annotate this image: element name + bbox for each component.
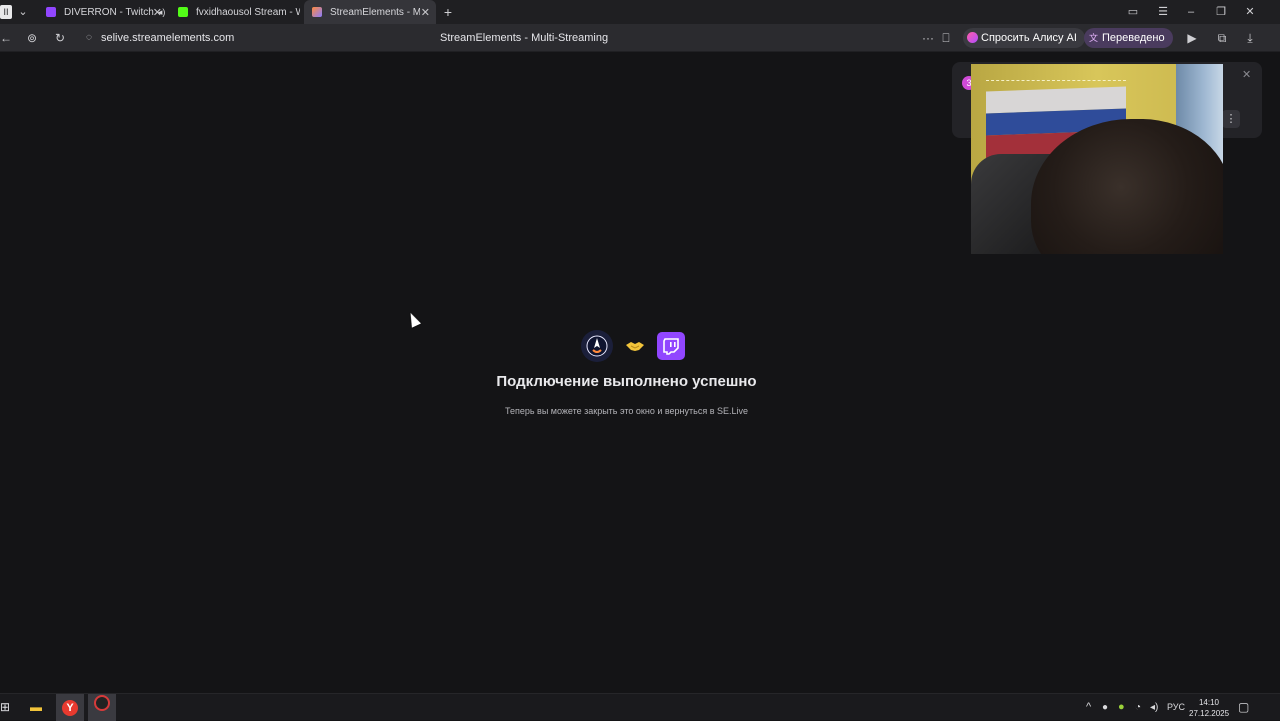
language-indicator[interactable]: РУС — [1167, 694, 1185, 721]
clock-time: 14:10 — [1198, 698, 1220, 707]
translated-button[interactable]: Переведено — [1084, 28, 1173, 48]
minimize-icon[interactable]: – — [1182, 0, 1200, 24]
media-icon[interactable]: ▶ — [1184, 24, 1200, 52]
tabs-dropdown-icon[interactable]: ⌄ — [14, 0, 32, 24]
obs-icon[interactable] — [88, 694, 116, 721]
download-icon[interactable]: ⤓ — [1242, 24, 1258, 52]
success-subtitle: Теперь вы можете закрыть это окно и верн… — [504, 406, 749, 416]
clock[interactable]: 14:10 27.12.2025 — [1189, 697, 1229, 719]
microphone-icon[interactable]: ● — [1102, 694, 1112, 721]
menu-icon[interactable]: ☰ — [1154, 0, 1172, 24]
file-explorer-icon[interactable]: ▬ — [24, 694, 48, 721]
tray-chevron-icon[interactable]: ^ — [1086, 694, 1096, 721]
site-info-icon[interactable]: ⊚ — [24, 24, 40, 52]
connection-icons — [581, 330, 685, 362]
close-tab-icon[interactable]: ✕ — [421, 6, 430, 19]
start-icon[interactable]: ⊞ — [0, 694, 10, 721]
streamelements-logo-icon — [581, 330, 613, 362]
close-tab-icon[interactable]: ✕ — [153, 6, 162, 19]
address-bar: ← ⊚ ↻ ◌ selive.streamelements.com Stream… — [0, 24, 1280, 52]
new-tab-icon[interactable]: + — [440, 0, 456, 24]
pip-more-icon[interactable]: ⋮ — [1222, 110, 1240, 128]
volume-icon[interactable]: ◂) — [1150, 694, 1162, 721]
url-field[interactable]: selive.streamelements.com — [101, 24, 234, 52]
browser-menu-icon[interactable]: II — [0, 5, 12, 19]
pip-close-icon[interactable]: ✕ — [1242, 68, 1251, 81]
tab-title: fvxidhaousol Stream - Wa — [196, 6, 300, 18]
taskbar: ⊞ ▬ Y ^ ● ● ◔ ◂) РУС 14:10 27.12.2025 ▢ — [0, 693, 1280, 721]
tab-title: StreamElements - Multi — [330, 6, 420, 18]
close-window-icon[interactable]: ✕ — [1240, 0, 1260, 24]
network-icon[interactable]: ◔ — [1135, 694, 1147, 721]
page-title: StreamElements - Multi-Streaming — [440, 32, 609, 44]
twitch-icon — [46, 7, 56, 17]
tab-kick[interactable]: fvxidhaousol Stream - Wa — [170, 0, 300, 24]
notifications-icon[interactable]: ▢ — [1238, 694, 1252, 721]
clock-date: 27.12.2025 — [1189, 709, 1230, 718]
ask-alice-button[interactable]: Спросить Алису AI — [963, 28, 1085, 48]
tab-bar: II ⌄ DIVERRON - Twitch ◂) ✕ fvxidhaousol… — [0, 0, 1280, 24]
extensions-icon[interactable]: ⧉ — [1214, 24, 1230, 52]
twitch-logo-icon — [657, 332, 685, 360]
yandex-browser-icon[interactable]: Y — [56, 694, 84, 721]
restore-icon[interactable]: ❐ — [1212, 0, 1230, 24]
bookmark-icon[interactable]: ⎕ — [938, 24, 954, 52]
tab-twitch[interactable]: DIVERRON - Twitch ◂) ✕ — [38, 0, 168, 24]
handshake-icon — [621, 332, 649, 360]
more-icon[interactable]: ··· — [920, 24, 936, 52]
reload-icon[interactable]: ↻ — [52, 24, 68, 52]
status-icon[interactable]: ● — [1118, 694, 1130, 721]
success-title: Подключение выполнено успешно — [496, 373, 757, 390]
tab-search-icon[interactable]: ▭ — [1124, 0, 1142, 24]
back-icon[interactable]: ← — [0, 24, 12, 52]
tab-streamelements[interactable]: StreamElements - Multi ✕ — [304, 0, 436, 24]
lock-icon: ◌ — [86, 32, 92, 43]
streamelements-icon — [312, 7, 322, 17]
kick-icon — [178, 7, 188, 17]
webcam-preview[interactable] — [971, 64, 1223, 254]
tab-title: DIVERRON - Twitch — [64, 6, 154, 18]
